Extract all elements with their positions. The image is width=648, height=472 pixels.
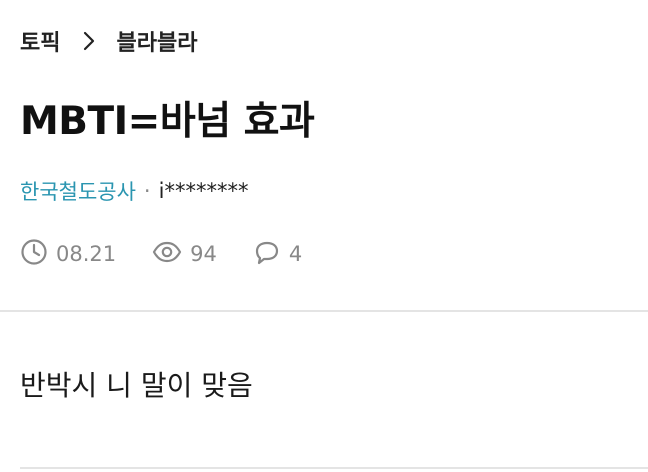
body-divider	[20, 467, 648, 469]
chevron-right-icon	[82, 30, 96, 52]
breadcrumb: 토픽 블라블라	[20, 26, 197, 56]
post-author-line: 한국철도공사 · i********	[20, 176, 248, 206]
post-views-count: 94	[190, 242, 217, 266]
author-company-link[interactable]: 한국철도공사	[20, 176, 136, 206]
post-comments[interactable]: 4	[253, 238, 302, 271]
post-title: MBTI=바넘 효과	[20, 99, 315, 144]
comment-bubble-icon	[253, 238, 289, 271]
breadcrumb-category[interactable]: 블라블라	[116, 25, 197, 57]
post-body: 반박시 니 말이 맞음	[20, 369, 253, 402]
header-divider	[0, 310, 648, 312]
post-stats: 08.21 94 4	[20, 238, 338, 270]
post-comments-count: 4	[288, 242, 303, 266]
post-views: 94	[152, 238, 217, 271]
post-date: 08.21	[20, 238, 116, 271]
eye-icon	[152, 238, 190, 271]
author-nickname: i********	[158, 179, 249, 203]
post-date-value: 08.21	[56, 242, 117, 266]
breadcrumb-topic[interactable]: 토픽	[20, 25, 60, 57]
meta-separator: ·	[143, 179, 151, 203]
clock-icon	[20, 238, 56, 271]
